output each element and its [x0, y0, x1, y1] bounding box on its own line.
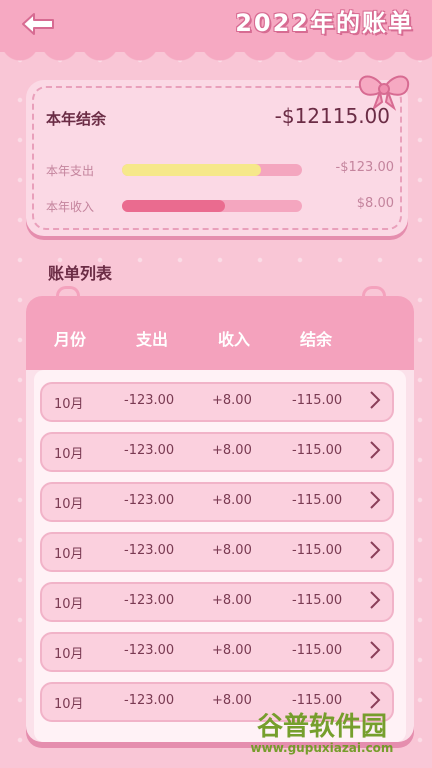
chevron-right-icon [370, 641, 381, 659]
row-income: +8.00 [212, 593, 252, 608]
column-header-expense: 支出 [136, 330, 169, 349]
bill-row[interactable]: 10月 -123.00 +8.00 -115.00 [40, 532, 394, 572]
row-balance: -115.00 [292, 643, 343, 658]
row-income: +8.00 [212, 543, 252, 558]
row-balance: -115.00 [292, 543, 343, 558]
row-expense: -123.00 [124, 693, 175, 708]
bill-row[interactable]: 10月 -123.00 +8.00 -115.00 [40, 582, 394, 622]
column-header-income: 收入 [218, 330, 251, 349]
watermark-url: www.gupuxiazai.com [250, 740, 394, 755]
summary-card: 本年结余 -$12115.00 本年支出 -$123.00 本年收入 $8.00 [26, 75, 410, 236]
row-income: +8.00 [212, 443, 252, 458]
bill-row[interactable]: 10月 -123.00 +8.00 -115.00 [40, 632, 394, 672]
page-title: 2022年的账单 [235, 9, 414, 37]
row-income: +8.00 [212, 393, 252, 408]
row-expense: -123.00 [124, 643, 175, 658]
bill-list: 10月 -123.00 +8.00 -115.00 10月 -123.00 +8… [34, 370, 406, 742]
binder-ring-right [362, 286, 386, 315]
back-arrow-icon [22, 13, 54, 35]
balance-label: 本年结余 [46, 110, 107, 128]
chevron-right-icon [370, 391, 381, 409]
chevron-right-icon [370, 541, 381, 559]
scallop-edge [0, 42, 432, 66]
row-income: +8.00 [212, 493, 252, 508]
expense-bar-fill [122, 164, 261, 176]
income-bar-fill [122, 200, 225, 212]
row-balance: -115.00 [292, 393, 343, 408]
row-expense: -123.00 [124, 593, 175, 608]
balance-value: -$12115.00 [274, 104, 390, 128]
row-month: 10月 [54, 547, 84, 562]
income-bar [122, 200, 302, 212]
row-balance: -115.00 [292, 493, 343, 508]
income-value: $8.00 [356, 196, 394, 211]
row-income: +8.00 [212, 693, 252, 708]
row-month: 10月 [54, 647, 84, 662]
expense-value: -$123.00 [335, 160, 394, 175]
row-month: 10月 [54, 597, 84, 612]
row-income: +8.00 [212, 643, 252, 658]
row-expense: -123.00 [124, 443, 175, 458]
row-month: 10月 [54, 397, 84, 412]
chevron-right-icon [370, 591, 381, 609]
row-balance: -115.00 [292, 593, 343, 608]
chevron-right-icon [370, 491, 381, 509]
binder-ring-left [56, 286, 80, 315]
bill-row[interactable]: 10月 -123.00 +8.00 -115.00 [40, 382, 394, 422]
column-header-balance: 结余 [300, 330, 333, 349]
back-button[interactable] [18, 8, 58, 40]
row-balance: -115.00 [292, 443, 343, 458]
bill-list-panel: 月份 支出 收入 结余 10月 -123.00 +8.00 -115.00 10… [26, 296, 414, 742]
watermark-name: 谷普软件园 [256, 711, 387, 742]
chevron-right-icon [370, 441, 381, 459]
section-title: 账单列表 [48, 264, 113, 283]
row-expense: -123.00 [124, 393, 175, 408]
row-month: 10月 [54, 697, 84, 712]
bill-row[interactable]: 10月 -123.00 +8.00 -115.00 [40, 432, 394, 472]
row-expense: -123.00 [124, 543, 175, 558]
row-month: 10月 [54, 497, 84, 512]
expense-bar [122, 164, 302, 176]
expense-label: 本年支出 [46, 164, 95, 178]
row-month: 10月 [54, 447, 84, 462]
column-header-month: 月份 [54, 330, 87, 349]
row-expense: -123.00 [124, 493, 175, 508]
watermark: 谷普软件园 www.gupuxiazai.com [222, 710, 422, 755]
income-label: 本年收入 [46, 200, 95, 214]
bill-list-header: 月份 支出 收入 结余 [26, 296, 414, 370]
bill-row[interactable]: 10月 -123.00 +8.00 -115.00 [40, 482, 394, 522]
